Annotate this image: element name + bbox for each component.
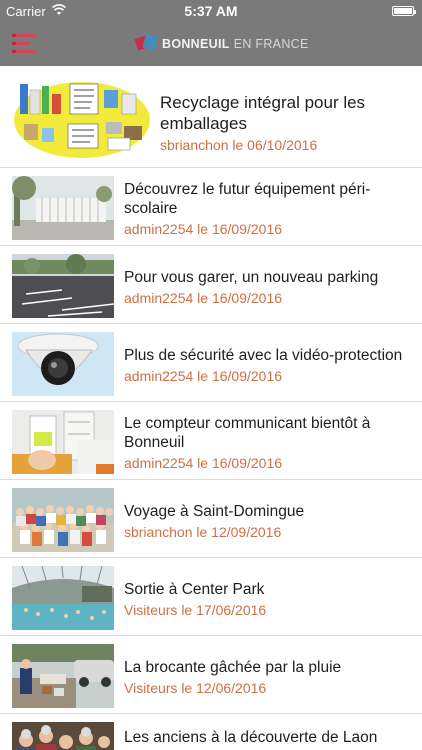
clock-label: 5:37 AM	[184, 3, 238, 19]
article-meta: Visiteurs le 12/06/2016	[124, 680, 267, 696]
pool-dome-image	[12, 566, 114, 630]
list-item[interactable]: Découvrez le futur équipement péri-scola…	[0, 168, 422, 246]
smart-meter-image	[12, 410, 114, 474]
article-title: Pour vous garer, un nouveau parking	[124, 269, 379, 286]
article-meta: sbrianchon le 06/10/2016	[160, 137, 318, 153]
list-item[interactable]: La brocante gâchée par la pluie Visiteur…	[0, 636, 422, 714]
logo-mark-icon	[134, 33, 158, 53]
article-title: Plus de sécurité avec la vidéo-protectio…	[124, 347, 403, 364]
logo-subtitle: EN FRANCE	[233, 37, 309, 51]
article-title: Découvrez le futur équipement péri-scola…	[124, 181, 371, 217]
article-meta: Visiteurs le 17/06/2016	[124, 602, 267, 618]
article-meta: admin2254 le 16/09/2016	[124, 455, 283, 471]
article-meta: sbrianchon le 12/09/2016	[124, 524, 282, 540]
list-item[interactable]: Pour vous garer, un nouveau parking admi…	[0, 246, 422, 324]
list-item[interactable]: Les anciens à la découverte de Laon	[0, 714, 422, 750]
group-photo-image	[12, 488, 114, 552]
article-title: Voyage à Saint-Domingue	[124, 503, 305, 520]
cctv-camera-image	[12, 332, 114, 396]
article-title: Sortie à Center Park	[124, 581, 265, 598]
app-logo[interactable]: BONNEUIL EN FRANCE	[134, 33, 309, 54]
list-item[interactable]: Sortie à Center Park Visiteurs le 17/06/…	[0, 558, 422, 636]
building-rendering-image	[12, 176, 114, 240]
article-title: Recyclage intégral pour les emballages	[160, 93, 366, 133]
recycling-poster-image	[12, 76, 152, 160]
article-meta: admin2254 le 16/09/2016	[124, 368, 283, 384]
article-list: Recyclage intégral pour les emballages s…	[0, 66, 422, 750]
article-title: Le compteur communicant bientôt à Bonneu…	[124, 415, 371, 451]
status-bar: Carrier 5:37 AM	[0, 0, 422, 22]
article-meta: admin2254 le 16/09/2016	[124, 221, 283, 237]
hamburger-menu-icon[interactable]	[12, 34, 38, 54]
article-title: La brocante gâchée par la pluie	[124, 659, 342, 676]
list-item[interactable]: Voyage à Saint-Domingue sbrianchon le 12…	[0, 480, 422, 558]
elderly-group-image	[12, 722, 114, 750]
battery-icon	[392, 6, 416, 16]
list-item[interactable]: Plus de sécurité avec la vidéo-protectio…	[0, 324, 422, 402]
logo-name: BONNEUIL	[162, 37, 230, 51]
parking-lot-image	[12, 254, 114, 318]
list-item[interactable]: Le compteur communicant bientôt à Bonneu…	[0, 402, 422, 480]
article-title: Les anciens à la découverte de Laon	[124, 729, 378, 746]
article-meta: admin2254 le 16/09/2016	[124, 290, 283, 306]
list-item[interactable]: Recyclage intégral pour les emballages s…	[0, 66, 422, 168]
navigation-bar: BONNEUIL EN FRANCE	[0, 22, 422, 66]
flea-market-image	[12, 644, 114, 708]
